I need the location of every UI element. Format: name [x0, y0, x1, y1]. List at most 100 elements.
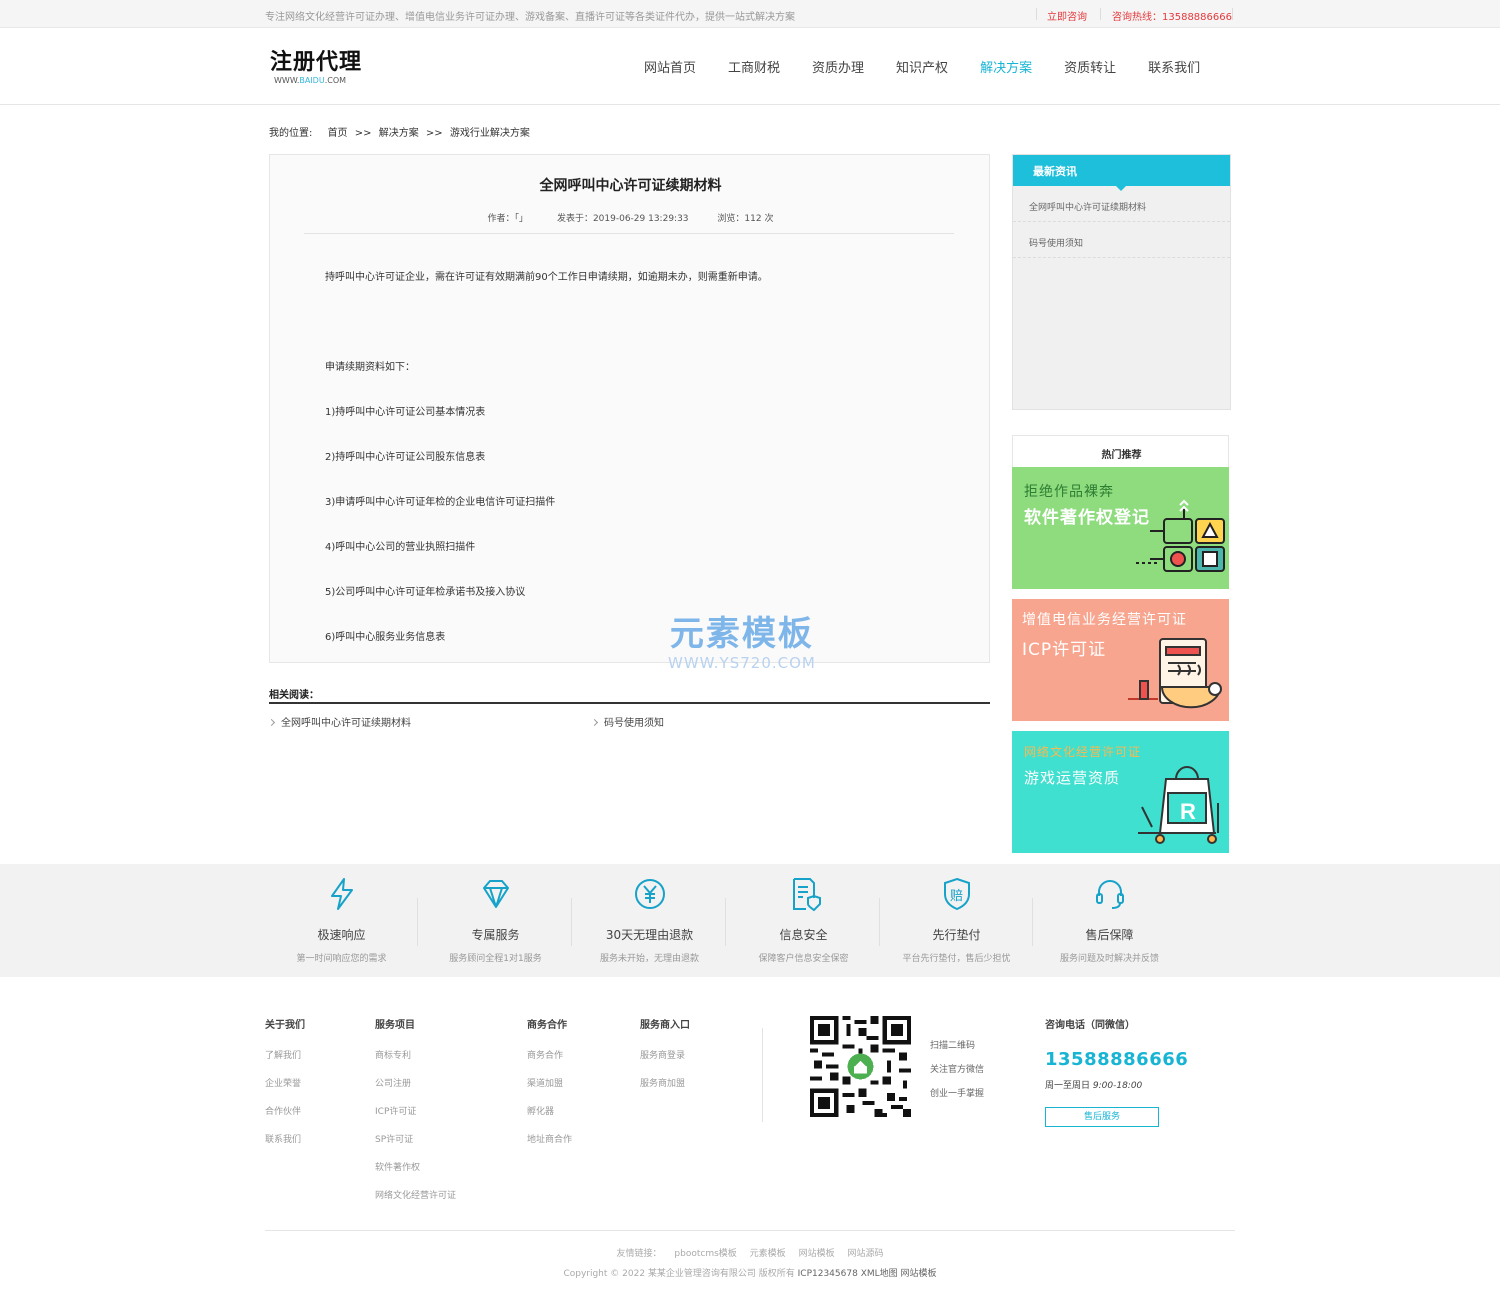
nav-ip[interactable]: 知识产权: [880, 61, 964, 77]
news-item[interactable]: 全网呼叫中心许可证续期材料: [1013, 186, 1230, 222]
article-paragraph: 申请续期资料如下：: [325, 362, 415, 373]
banner-line2: 软件著作权登记: [1024, 508, 1150, 528]
hot-recommend-header: 热门推荐: [1012, 435, 1229, 467]
watermark-title: 元素模板: [669, 614, 814, 654]
features-band: 极速响应 第一时间响应您的需求 专属服务 服务顾问全程1对1服务 30天无理由退…: [0, 864, 1500, 977]
feature-subtitle: 服务顾问全程1对1服务: [449, 954, 542, 964]
feature-title: 专属服务: [471, 928, 520, 942]
svg-text:赔: 赔: [950, 889, 963, 904]
footer-col-about: 关于我们 了解我们 企业荣誉 合作伙伴 联系我们: [265, 1016, 305, 1160]
breadcrumb-label: 我的位置:: [269, 128, 313, 139]
article-paragraph: 2)持呼叫中心许可证公司股东信息表: [325, 452, 486, 463]
footer-link[interactable]: 网络文化经营许可证: [375, 1188, 456, 1216]
footer-link[interactable]: 服务商加盟: [640, 1076, 690, 1104]
friend-links-label: 友情链接：: [616, 1249, 662, 1259]
banner-line1: 网络文化经营许可证: [1024, 745, 1142, 759]
logo-domain: WWW.BAIDU.COM: [274, 76, 347, 85]
caret-down-icon: [1116, 186, 1126, 191]
divider: [725, 898, 726, 946]
footer-link[interactable]: 软件著作权: [375, 1160, 456, 1188]
nav-qualification[interactable]: 资质办理: [796, 61, 880, 77]
divider: [762, 1028, 763, 1122]
banner-icp-license[interactable]: 增值电信业务经营许可证 ICP许可证: [1012, 599, 1229, 721]
breadcrumb-home[interactable]: 首页: [328, 128, 348, 139]
headset-icon: [1096, 880, 1124, 909]
article-date: 发表于：2019-06-29 13:29:33: [556, 214, 689, 224]
related-link[interactable]: 全网呼叫中心许可证续期材料: [267, 714, 411, 729]
divider: [1232, 8, 1233, 20]
banner-line2: ICP许可证: [1022, 640, 1107, 660]
article-paragraph: 4)呼叫中心公司的营业执照扫描件: [325, 542, 476, 553]
friend-link[interactable]: 网站模板: [799, 1249, 835, 1259]
main-nav: 网站首页 工商财税 资质办理 知识产权 解决方案 资质转让 联系我们: [628, 61, 1216, 77]
footer-link[interactable]: 服务商登录: [640, 1048, 690, 1076]
site-intro: 专注网络文化经营许可证办理、增值电信业务许可证办理、游戏备案、直播许可证等各类证…: [265, 12, 795, 23]
footer-link[interactable]: SP许可证: [375, 1132, 456, 1160]
feature-title: 30天无理由退款: [605, 928, 694, 942]
watermark: 元素模板 WWW.YS720.COM: [668, 614, 816, 672]
icp-link[interactable]: ICP12345678: [798, 1269, 858, 1279]
header: 注册代理 WWW.BAIDU.COM 网站首页 工商财税 资质办理 知识产权 解…: [0, 28, 1500, 105]
footer-link[interactable]: ICP许可证: [375, 1104, 456, 1132]
footer-col-provider: 服务商入口 服务商登录 服务商加盟: [640, 1016, 690, 1104]
banner-game-operation[interactable]: R 网络文化经营许可证 游戏运营资质: [1012, 731, 1229, 853]
hotline-text: 咨询热线：13588886666: [1112, 12, 1232, 23]
divider: [1100, 8, 1101, 20]
article-paragraph: 6)呼叫中心服务业务信息表: [325, 632, 446, 643]
article-title: 全网呼叫中心许可证续期材料: [539, 178, 722, 194]
nav-transfer[interactable]: 资质转让: [1048, 61, 1132, 77]
feature-subtitle: 保障客户信息安全保密: [758, 954, 849, 964]
footer-col-services: 服务项目 商标专利 公司注册 ICP许可证 SP许可证 软件著作权 网络文化经营…: [375, 1016, 456, 1216]
footer-col-title: 服务项目: [375, 1020, 415, 1031]
footer-link[interactable]: 企业荣誉: [265, 1076, 305, 1104]
article-paragraph: 1)持呼叫中心许可证公司基本情况表: [325, 407, 486, 418]
divider: [265, 1230, 1235, 1231]
footer-link[interactable]: 孵化器: [527, 1104, 572, 1132]
nav-solutions[interactable]: 解决方案: [964, 61, 1048, 77]
friend-link[interactable]: pbootcms模板: [674, 1249, 736, 1259]
nav-home[interactable]: 网站首页: [628, 61, 712, 77]
wechat-qr-code: [810, 1016, 911, 1117]
breadcrumb: 我的位置: 首页 >> 解决方案 >> 游戏行业解决方案: [269, 124, 530, 139]
article-paragraph: 5)公司呼叫中心许可证年检承诺书及接入协议: [325, 587, 526, 598]
breadcrumb-solutions[interactable]: 解决方案: [379, 128, 419, 139]
banner-line1: 增值电信业务经营许可证: [1022, 612, 1187, 628]
feature-subtitle: 平台先行垫付，售后少担忧: [902, 954, 1011, 964]
watermark-url: WWW.YS720.COM: [668, 654, 816, 672]
feature-title: 先行垫付: [932, 928, 981, 942]
lightning-icon: [331, 878, 353, 910]
related-link[interactable]: 码号使用须知: [590, 714, 664, 729]
friend-link[interactable]: 元素模板: [750, 1249, 786, 1259]
svg-text:R: R: [1180, 799, 1196, 824]
nav-contact[interactable]: 联系我们: [1132, 61, 1216, 77]
page: 专注网络文化经营许可证办理、增值电信业务许可证办理、游戏备案、直播许可证等各类证…: [0, 0, 1500, 1294]
friend-link[interactable]: 网站源码: [847, 1249, 883, 1259]
footer-link[interactable]: 渠道加盟: [527, 1076, 572, 1104]
footer-col-title: 商务合作: [527, 1020, 567, 1031]
site-logo[interactable]: 注册代理 WWW.BAIDU.COM: [270, 50, 362, 86]
news-item[interactable]: 码号使用须知: [1013, 222, 1230, 258]
footer-col-title: 服务商入口: [640, 1020, 690, 1031]
banner-software-copyright[interactable]: 拒绝作品裸奔 软件著作权登记: [1012, 467, 1229, 589]
contact-phone[interactable]: 13588886666: [1045, 1049, 1188, 1070]
after-sale-button[interactable]: 售后服务: [1045, 1107, 1159, 1127]
xml-sitemap-link[interactable]: XML地图: [861, 1269, 898, 1279]
template-link[interactable]: 网站模板: [901, 1269, 937, 1279]
consult-link[interactable]: 立即咨询: [1047, 8, 1087, 23]
nav-business-tax[interactable]: 工商财税: [712, 61, 796, 77]
footer-link[interactable]: 商标专利: [375, 1048, 456, 1076]
contact-title: 咨询电话（同微信）: [1045, 1020, 1135, 1031]
article-paragraph: 3)申请呼叫中心许可证年检的企业电信许可证扫描件: [325, 497, 556, 508]
feature-title: 信息安全: [779, 928, 828, 942]
feature-subtitle: 服务问题及时解决并反馈: [1059, 954, 1159, 964]
copyright-text: Copyright © 2022 某某企业管理咨询有限公司 版权所有: [563, 1269, 795, 1279]
footer-link[interactable]: 公司注册: [375, 1076, 456, 1104]
footer-link[interactable]: 了解我们: [265, 1048, 305, 1076]
banner-line2: 游戏运营资质: [1024, 769, 1121, 787]
footer-link[interactable]: 商务合作: [527, 1048, 572, 1076]
breadcrumb-game-solutions[interactable]: 游戏行业解决方案: [450, 128, 530, 139]
footer-link[interactable]: 地址商合作: [527, 1132, 572, 1160]
footer-link[interactable]: 联系我们: [265, 1132, 305, 1160]
footer-link[interactable]: 合作伙伴: [265, 1104, 305, 1132]
feature-title: 极速响应: [317, 928, 366, 942]
